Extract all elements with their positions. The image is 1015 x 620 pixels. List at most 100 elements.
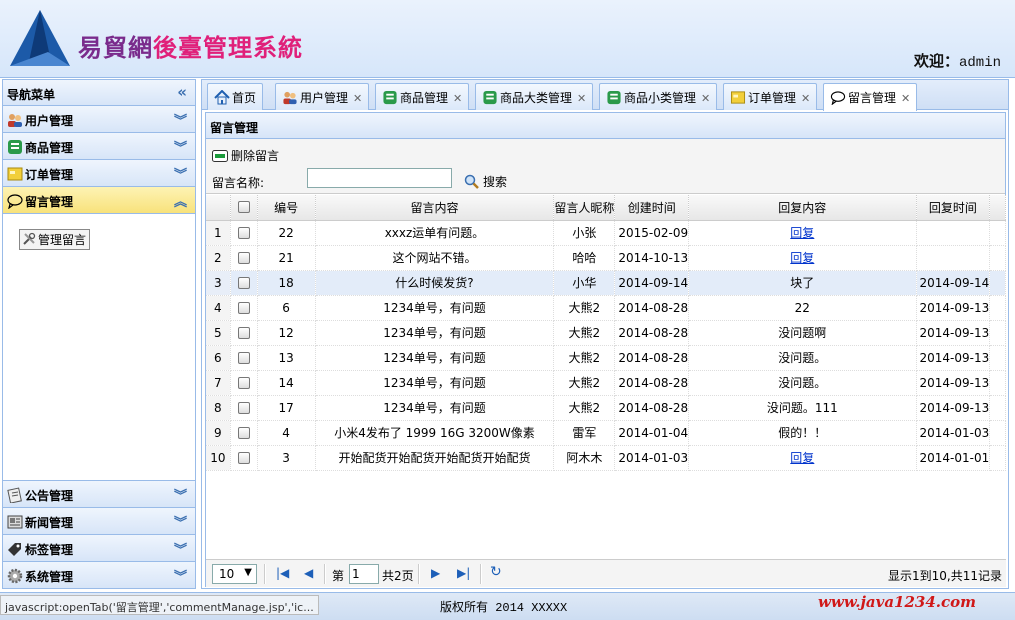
welcome-text: 欢迎：admin	[913, 52, 1001, 71]
column-header[interactable]: 留言人昵称	[553, 195, 616, 221]
row-checkbox[interactable]	[237, 276, 250, 289]
comment-icon	[830, 91, 846, 105]
row-checkbox[interactable]	[237, 326, 250, 339]
close-icon[interactable]: ✕	[353, 92, 362, 105]
goods-icon	[383, 90, 397, 105]
table-row[interactable]: 5 12 1234单号，有问题 大熊2 2014-08-28 没问题啊 2014-09-13	[206, 320, 1006, 346]
tag-icon	[8, 543, 21, 556]
cell-reply-time: 2014-01-03	[916, 420, 991, 446]
tab-goods-category[interactable]: 商品大类管理 ✕	[475, 83, 594, 110]
page-prefix: 第	[332, 569, 345, 583]
page-size-select[interactable]: 10 ▼	[212, 564, 257, 584]
reply-text: 没问题。111	[766, 401, 838, 415]
first-page-icon[interactable]: |◀	[276, 566, 289, 580]
collapse-nav-icon[interactable]: «	[177, 83, 187, 101]
row-checkbox[interactable]	[237, 351, 250, 364]
table-body: 1 22 xxxz运单有问题。 小张 2015-02-09 回复 2 21 这个网站不错。 哈哈 2…	[206, 220, 1006, 471]
row-checkbox[interactable]	[237, 376, 250, 389]
column-header[interactable]: 编号	[257, 195, 316, 221]
table-row[interactable]: 3 18 什么时候发货? 小华 2014-09-14 块了 2014-09-14	[206, 270, 1006, 296]
reply-link[interactable]: 回复	[790, 226, 814, 240]
nav-section-users[interactable]: 用户管理 ︾	[3, 106, 195, 133]
close-icon[interactable]: ✕	[701, 92, 710, 105]
nav-section-orders[interactable]: 订单管理 ︾	[3, 160, 195, 187]
page-number-input[interactable]: 1	[349, 564, 379, 584]
tab-users[interactable]: 用户管理 ✕	[275, 83, 370, 110]
manage-comments-link[interactable]: 管理留言	[19, 229, 91, 250]
row-checkbox[interactable]	[237, 301, 250, 314]
nav-section-system[interactable]: 系统管理 ︾	[3, 562, 195, 589]
cell-content: 什么时候发货?	[315, 270, 555, 296]
reply-link[interactable]: 回复	[790, 451, 814, 465]
nav-section-notices[interactable]: 公告管理 ︾	[3, 481, 195, 508]
cell-content: 这个网站不错。	[315, 245, 555, 271]
select-all-checkbox[interactable]	[237, 201, 250, 214]
collapse-icon: ︽	[173, 195, 187, 210]
table-row[interactable]: 8 17 1234单号，有问题 大熊2 2014-08-28 没问题。111 2014-09…	[206, 395, 1006, 421]
nav-section-tags[interactable]: 标签管理 ︾	[3, 535, 195, 562]
table-row[interactable]: 4 6 1234单号，有问题 大熊2 2014-08-28 22 2014-09-13	[206, 295, 1006, 321]
nav-section-news[interactable]: 新闻管理 ︾	[3, 508, 195, 535]
column-header[interactable]: 创建时间	[614, 195, 690, 221]
expand-icon: ︾	[173, 141, 187, 156]
table-row[interactable]: 10 3 开始配货开始配货开始配货开始配货 阿木木 2014-01-03 回复 2014-0…	[206, 445, 1006, 471]
cell-content: 1234单号，有问题	[315, 395, 555, 421]
table-row[interactable]: 7 14 1234单号，有问题 大熊2 2014-08-28 没问题。 2014-09-13	[206, 370, 1006, 396]
table-row[interactable]: 6 13 1234单号，有问题 大熊2 2014-08-28 没问题。 2014-09-13	[206, 345, 1006, 371]
table-row[interactable]: 9 4 小米4发布了 1999 16G 3200W像素 雷军 2014-01-04 假的！…	[206, 420, 1006, 446]
column-header[interactable]: 留言内容	[315, 195, 555, 221]
scroll-spacer	[989, 195, 1006, 221]
prev-page-icon[interactable]: ◀	[304, 566, 313, 580]
cell-reply: 回复	[688, 245, 917, 271]
cell-user: 大熊2	[553, 395, 616, 421]
cell-created: 2014-08-28	[614, 295, 690, 321]
users-icon	[283, 91, 297, 105]
next-page-icon[interactable]: ▶	[431, 566, 440, 580]
scroll-spacer	[989, 295, 1006, 321]
cell-reply-time: 2014-09-13	[916, 370, 991, 396]
tab-comments[interactable]: 留言管理 ✕	[823, 83, 918, 111]
close-icon[interactable]: ✕	[453, 92, 462, 105]
cell-id: 4	[257, 420, 316, 446]
notice-icon	[7, 487, 22, 503]
comment-icon	[7, 194, 23, 209]
reply-link[interactable]: 回复	[790, 251, 814, 265]
goods-icon	[8, 140, 22, 154]
row-checkbox[interactable]	[237, 451, 250, 464]
delete-comment-button[interactable]: 删除留言	[212, 147, 279, 164]
cell-id: 22	[257, 220, 316, 246]
table-row[interactable]: 1 22 xxxz运单有问题。 小张 2015-02-09 回复	[206, 220, 1006, 246]
refresh-icon[interactable]: ↻	[490, 564, 502, 580]
cell-reply-time: 2014-01-01	[916, 445, 991, 471]
cell-content: 小米4发布了 1999 16G 3200W像素	[315, 420, 555, 446]
last-page-icon[interactable]: ▶|	[457, 566, 470, 580]
scroll-spacer	[989, 370, 1006, 396]
column-header[interactable]: 回复内容	[688, 195, 917, 221]
row-checkbox[interactable]	[237, 426, 250, 439]
cell-created: 2014-01-03	[614, 445, 690, 471]
search-button[interactable]: 搜索	[464, 173, 507, 190]
scroll-spacer	[989, 245, 1006, 271]
tab-goods-subcategory[interactable]: 商品小类管理 ✕	[599, 83, 718, 110]
close-icon[interactable]: ✕	[801, 92, 810, 105]
row-checkbox[interactable]	[237, 251, 250, 264]
tab-orders[interactable]: 订单管理 ✕	[723, 83, 818, 110]
row-checkbox[interactable]	[237, 401, 250, 414]
tab-goods[interactable]: 商品管理 ✕	[375, 83, 470, 110]
row-checkbox[interactable]	[237, 226, 250, 239]
close-icon[interactable]: ✕	[577, 92, 586, 105]
row-select-cell	[230, 370, 258, 396]
close-icon[interactable]: ✕	[901, 92, 910, 105]
cell-id: 6	[257, 295, 316, 321]
tab-home[interactable]: 首页	[207, 83, 264, 110]
nav-section-comments[interactable]: 留言管理 ︽	[3, 187, 195, 214]
search-input[interactable]	[307, 168, 452, 188]
system-icon	[7, 568, 23, 584]
column-header[interactable]: 回复时间	[916, 195, 991, 221]
nav-section-goods[interactable]: 商品管理 ︾	[3, 133, 195, 160]
cell-created: 2015-02-09	[614, 220, 690, 246]
comment-table: 编号 留言内容 留言人昵称 创建时间 回复内容 回复时间 1 22 xxxz运单有问…	[206, 195, 1006, 471]
order-icon	[7, 167, 23, 181]
cell-reply: 22	[688, 295, 917, 321]
table-row[interactable]: 2 21 这个网站不错。 哈哈 2014-10-13 回复	[206, 245, 1006, 271]
